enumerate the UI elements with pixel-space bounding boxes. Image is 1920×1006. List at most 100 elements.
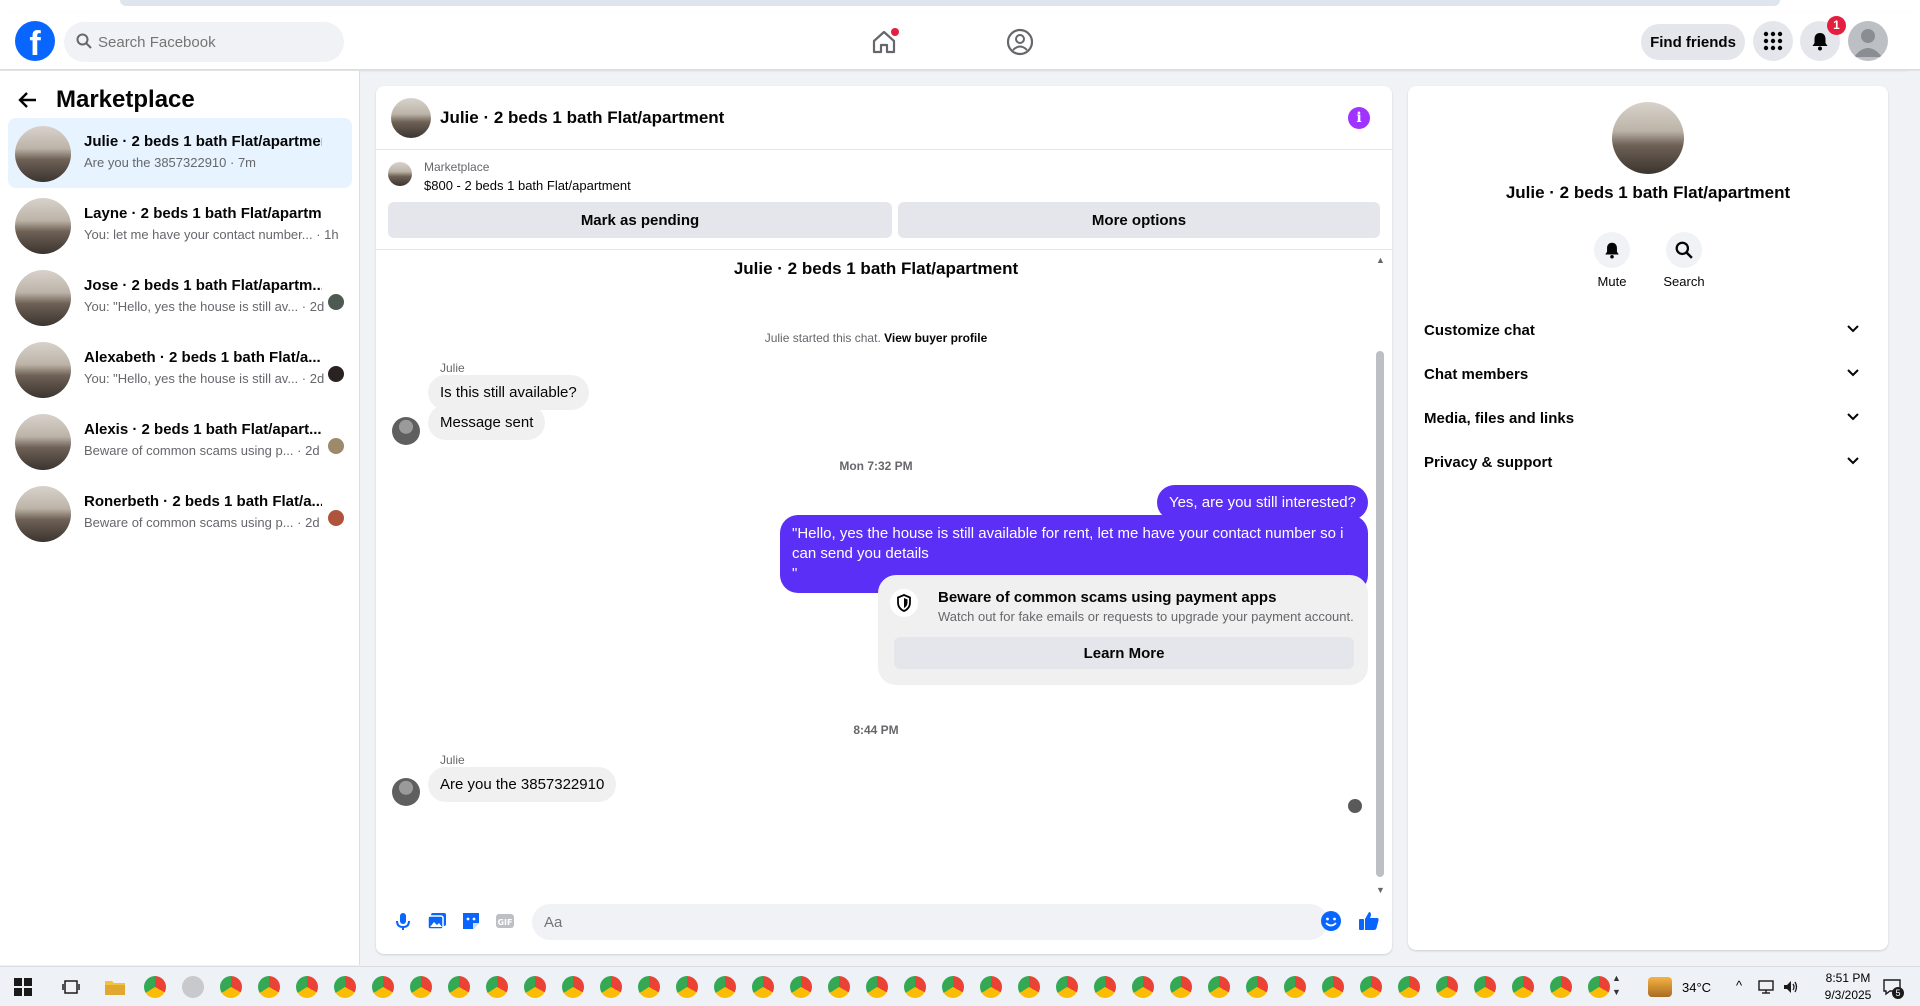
chat-scrollbar[interactable]: ▲ ▼ xyxy=(1376,255,1385,895)
search-box[interactable] xyxy=(64,22,344,62)
customize-chat-row[interactable]: Customize chat xyxy=(1424,312,1872,348)
chrome-profile-icon[interactable] xyxy=(752,976,774,998)
notifications-bell-icon[interactable]: 1 xyxy=(1800,16,1846,61)
chrome-profile-icon[interactable] xyxy=(1550,976,1572,998)
chrome-profile-icon[interactable] xyxy=(1018,976,1040,998)
action-center-icon[interactable]: 5 xyxy=(1882,977,1904,999)
message-thread[interactable]: Julie · 2 beds 1 bath Flat/apartment Jul… xyxy=(376,251,1392,895)
clock-date[interactable]: 9/3/2025 xyxy=(1818,988,1878,1002)
chrome-profile-icon[interactable] xyxy=(980,976,1002,998)
emoji-icon[interactable] xyxy=(1320,910,1342,932)
chrome-profile-icon[interactable] xyxy=(1246,976,1268,998)
scrollbar-thumb[interactable] xyxy=(1376,351,1384,877)
clock-time[interactable]: 8:51 PM xyxy=(1818,971,1878,985)
listing-small-thumbnail[interactable] xyxy=(388,162,412,186)
chrome-profile-icon[interactable] xyxy=(600,976,622,998)
show-hidden-icons-chevron-icon[interactable]: ^ xyxy=(1736,978,1742,993)
chrome-profile-icon[interactable] xyxy=(372,976,394,998)
scam-warning-card: Beware of common scams using payment app… xyxy=(878,575,1368,685)
photo-icon[interactable] xyxy=(426,910,448,932)
chrome-profile-icon[interactable] xyxy=(1132,976,1154,998)
conversation-item-jose[interactable]: Jose · 2 beds 1 bath Flat/apartm... You:… xyxy=(8,262,352,332)
gif-icon[interactable]: GIF xyxy=(494,910,516,932)
weather-temperature[interactable]: 34°C xyxy=(1682,980,1711,995)
chrome-profile-icon[interactable] xyxy=(1322,976,1344,998)
conversation-item-alexis[interactable]: Alexis · 2 beds 1 bath Flat/apart... Bew… xyxy=(8,406,352,476)
home-icon[interactable] xyxy=(868,26,900,58)
search-conversation-button[interactable]: Search xyxy=(1654,232,1714,289)
volume-icon[interactable] xyxy=(1782,979,1800,995)
info-icon[interactable]: i xyxy=(1348,107,1370,129)
file-explorer-icon[interactable] xyxy=(104,977,126,997)
conversation-item-ronerbeth[interactable]: Ronerbeth · 2 beds 1 bath Flat/a... Bewa… xyxy=(8,478,352,548)
listing-title[interactable]: $800 - 2 beds 1 bath Flat/apartment xyxy=(424,178,631,193)
sticker-icon[interactable] xyxy=(460,910,482,932)
find-friends-button[interactable]: Find friends xyxy=(1641,24,1745,60)
page-scrollbar[interactable] xyxy=(1908,71,1920,965)
groups-icon[interactable] xyxy=(1004,26,1036,58)
facebook-logo-icon[interactable]: f xyxy=(15,21,55,61)
chrome-profile-icon[interactable] xyxy=(638,976,660,998)
conversation-item-alexabeth[interactable]: Alexabeth · 2 beds 1 bath Flat/a... You:… xyxy=(8,334,352,404)
chrome-profile-icon[interactable] xyxy=(1170,976,1192,998)
mark-as-pending-button[interactable]: Mark as pending xyxy=(388,202,892,238)
chrome-profile-icon[interactable] xyxy=(524,976,546,998)
chrome-profile-icon[interactable] xyxy=(866,976,888,998)
listing-large-thumbnail[interactable] xyxy=(1612,102,1684,174)
chrome-profile-icon[interactable] xyxy=(1208,976,1230,998)
privacy-support-row[interactable]: Privacy & support xyxy=(1424,444,1872,480)
chrome-profile-icon[interactable] xyxy=(714,976,736,998)
account-avatar[interactable] xyxy=(1848,21,1888,61)
incoming-message[interactable]: Are you the 3857322910 xyxy=(428,767,617,802)
chrome-profile-icon[interactable] xyxy=(904,976,926,998)
chrome-profile-icon[interactable] xyxy=(1056,976,1078,998)
search-input[interactable] xyxy=(98,22,338,62)
thumbs-up-icon[interactable] xyxy=(1358,910,1380,932)
chrome-profile-icon[interactable] xyxy=(1588,976,1610,998)
chrome-profile-icon[interactable] xyxy=(1474,976,1496,998)
chrome-icon[interactable] xyxy=(144,976,166,998)
mute-button[interactable]: Mute xyxy=(1582,232,1642,289)
task-view-icon[interactable] xyxy=(62,978,80,996)
windows-start-icon[interactable] xyxy=(14,978,32,996)
menu-grid-icon[interactable] xyxy=(1753,21,1793,61)
chrome-profile-icon[interactable] xyxy=(1436,976,1458,998)
back-arrow-icon[interactable] xyxy=(18,90,38,110)
chrome-profile-icon[interactable] xyxy=(1398,976,1420,998)
chrome-profile-icon[interactable] xyxy=(562,976,584,998)
chrome-profile-icon[interactable] xyxy=(410,976,432,998)
conversation-item-julie[interactable]: Julie · 2 beds 1 bath Flat/apartment Are… xyxy=(8,118,352,188)
microphone-icon[interactable] xyxy=(392,910,414,932)
chrome-profile-icon[interactable] xyxy=(828,976,850,998)
chat-header-thumbnail[interactable] xyxy=(391,98,431,138)
chrome-profile-icon[interactable] xyxy=(1360,976,1382,998)
incoming-message[interactable]: Message sent xyxy=(428,405,546,440)
view-buyer-profile-link[interactable]: View buyer profile xyxy=(884,331,987,345)
network-icon[interactable] xyxy=(1758,979,1776,995)
learn-more-button[interactable]: Learn More xyxy=(894,637,1354,669)
chrome-profile-icon[interactable] xyxy=(486,976,508,998)
chrome-profile-icon[interactable] xyxy=(1512,976,1534,998)
chrome-profile-icon[interactable] xyxy=(334,976,356,998)
chrome-profile-icon[interactable] xyxy=(448,976,470,998)
media-files-links-row[interactable]: Media, files and links xyxy=(1424,400,1872,436)
chrome-profile-icon[interactable] xyxy=(296,976,318,998)
chrome-profile-icon[interactable] xyxy=(942,976,964,998)
scroll-up-arrow-icon[interactable]: ▲ xyxy=(1376,255,1385,265)
chrome-profile-icon[interactable] xyxy=(676,976,698,998)
app-icon[interactable] xyxy=(182,976,204,998)
weather-icon[interactable] xyxy=(1648,977,1672,997)
chrome-profile-icon[interactable] xyxy=(1094,976,1116,998)
chat-title[interactable]: Julie · 2 beds 1 bath Flat/apartment xyxy=(440,108,724,128)
chrome-profile-icon[interactable] xyxy=(220,976,242,998)
chrome-profile-icon[interactable] xyxy=(258,976,280,998)
sender-avatar[interactable] xyxy=(392,778,420,806)
chat-members-row[interactable]: Chat members xyxy=(1424,356,1872,392)
message-input[interactable] xyxy=(532,904,1328,940)
chrome-profile-icon[interactable] xyxy=(790,976,812,998)
more-options-button[interactable]: More options xyxy=(898,202,1380,238)
sender-avatar[interactable] xyxy=(392,417,420,445)
chrome-profile-icon[interactable] xyxy=(1284,976,1306,998)
conversation-item-layne[interactable]: Layne · 2 beds 1 bath Flat/apartment You… xyxy=(8,190,352,260)
taskbar-overflow-arrows-icon[interactable]: ▲ ▼ xyxy=(1612,971,1621,999)
